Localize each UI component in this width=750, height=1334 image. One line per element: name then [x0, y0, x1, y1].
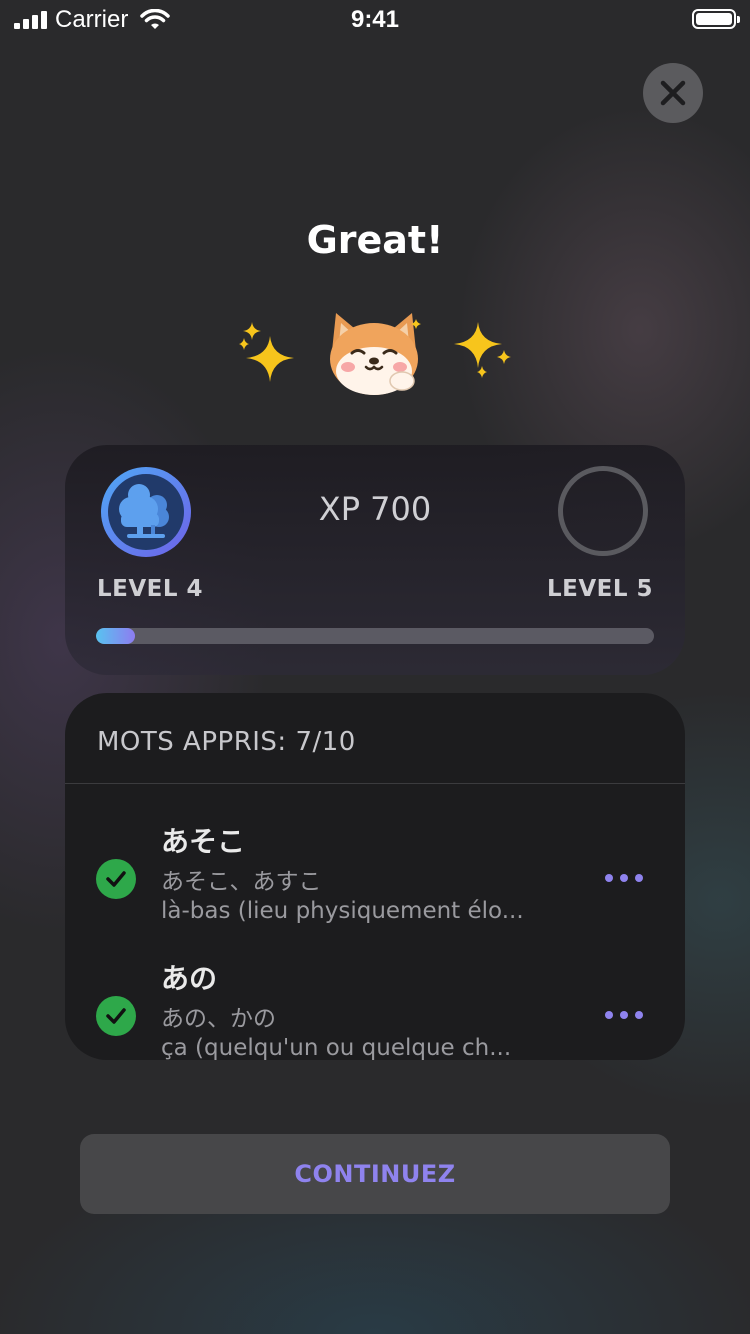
word-title: あそこ	[161, 825, 246, 858]
list-item: あの あの、かの ça (quelqu'un ou quelque ch...	[65, 957, 685, 1060]
page-title: Great!	[306, 218, 444, 262]
more-options-button[interactable]	[605, 1009, 643, 1021]
word-definition: là-bas (lieu physiquement élo...	[161, 898, 524, 924]
close-icon	[660, 80, 686, 106]
next-level-label: LEVEL 5	[546, 576, 653, 602]
word-readings: あそこ、あすこ	[161, 869, 322, 895]
check-circle-icon	[96, 859, 136, 899]
battery-icon	[692, 9, 740, 29]
check-circle-icon	[96, 996, 136, 1036]
current-level-label: LEVEL 4	[97, 576, 204, 602]
learned-words-header: MOTS APPRIS: 7/10	[97, 727, 356, 757]
shiba-mascot-icon	[330, 313, 421, 395]
list-item: あそこ あそこ、あすこ là-bas (lieu physiquement él…	[65, 820, 685, 945]
word-readings: あの、かの	[161, 1006, 276, 1032]
status-bar: Carrier 9:41	[0, 0, 750, 40]
close-button[interactable]	[643, 63, 703, 123]
continue-button[interactable]: CONTINUEZ	[80, 1134, 670, 1214]
xp-progress-fill	[96, 628, 136, 644]
xp-progress-card: XP 700 LEVEL 4 LEVEL 5	[65, 445, 685, 675]
xp-progress-bar	[96, 628, 654, 644]
next-level-badge-placeholder	[558, 466, 648, 556]
word-title: あの	[161, 962, 218, 995]
sparkles-icon	[454, 322, 511, 378]
learned-words-card: MOTS APPRIS: 7/10 あそこ あそこ、あすこ là-bas (li…	[65, 693, 685, 1060]
clock: 9:41	[350, 6, 400, 33]
word-definition: ça (quelqu'un ou quelque ch...	[161, 1035, 512, 1060]
more-options-button[interactable]	[605, 872, 643, 884]
sparkles-icon	[239, 322, 294, 382]
divider	[65, 783, 685, 784]
